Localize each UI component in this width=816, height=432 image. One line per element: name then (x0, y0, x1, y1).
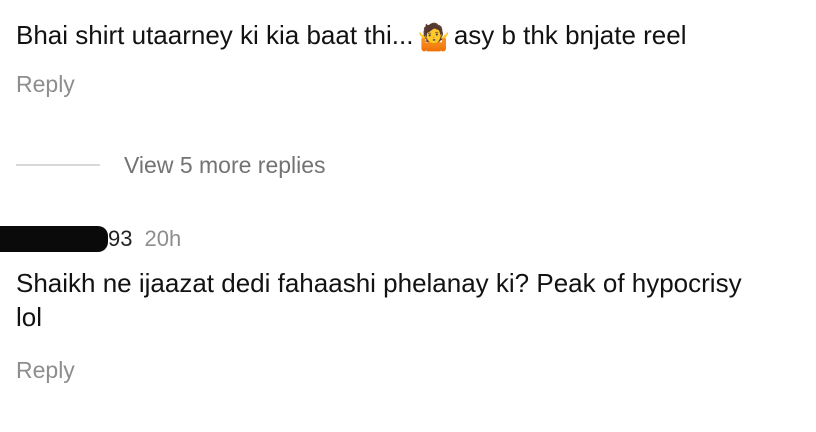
reply-button[interactable]: Reply (16, 356, 75, 384)
person-shrugging-icon: 🤷 (417, 23, 450, 53)
comment-text-end: asy b thk bnjate reel (453, 20, 687, 50)
redacted-username (0, 226, 108, 252)
replies-divider (16, 164, 100, 166)
comment-text: Bhai shirt utaarney ki kia baat thi... 🤷 a… (16, 18, 806, 52)
comment-text: Shaikh ne ijaazat dedi fahaashi phelanay… (16, 268, 742, 332)
reply-button[interactable]: Reply (16, 70, 75, 98)
comment-text-start: Bhai shirt utaarney ki kia baat thi... (16, 20, 414, 50)
comment-meta: 93 20h (0, 224, 181, 254)
view-more-replies-button[interactable]: View 5 more replies (124, 151, 326, 179)
timestamp: 20h (144, 226, 182, 251)
username[interactable]: 93 (108, 226, 132, 252)
